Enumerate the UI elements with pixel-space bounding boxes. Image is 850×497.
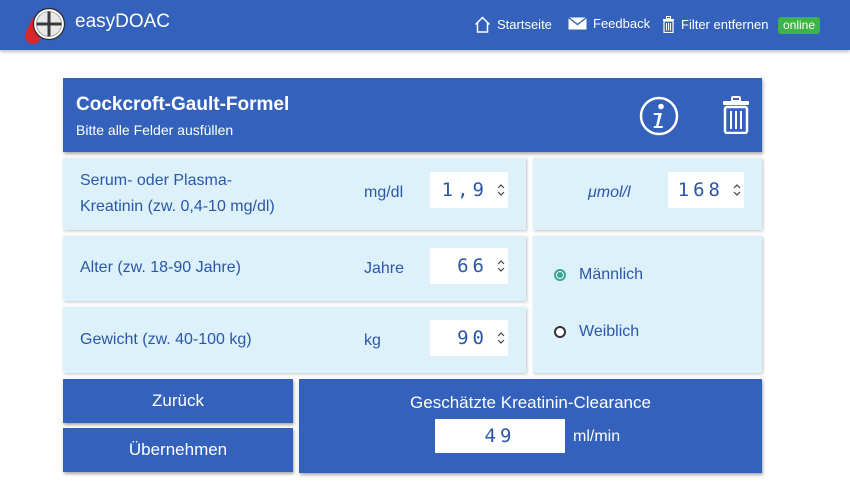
trash-icon[interactable] — [722, 96, 750, 134]
nav-feedback[interactable]: Feedback — [568, 16, 650, 31]
info-icon[interactable] — [639, 96, 679, 136]
nav-home[interactable]: Startseite — [474, 16, 552, 33]
creatinine-umol-input[interactable]: 168 — [668, 172, 744, 208]
radio-male-label: Männlich — [579, 266, 644, 283]
result-panel: Geschätzte Kreatinin-Clearance 49 ml/min — [299, 379, 762, 473]
radio-female-label: Weiblich — [579, 323, 640, 340]
result-unit: ml/min — [573, 428, 621, 445]
page-subtitle: Bitte alle Felder ausfüllen — [76, 122, 234, 138]
weight-input[interactable]: 90 — [430, 320, 508, 356]
age-input[interactable]: 66 — [430, 248, 508, 284]
age-label: Alter (zw. 18-90 Jahre) — [80, 259, 241, 276]
stepper-icon[interactable] — [497, 331, 505, 345]
age-unit: Jahre — [364, 260, 405, 277]
result-title: Geschätzte Kreatinin-Clearance — [410, 393, 651, 412]
age-value: 66 — [457, 255, 488, 277]
weight-label: Gewicht (zw. 40-100 kg) — [80, 331, 252, 348]
nav-feedback-label: Feedback — [593, 16, 651, 31]
age-panel: Alter (zw. 18-90 Jahre) Jahre 66 — [63, 236, 526, 301]
home-icon — [474, 16, 491, 33]
page-title: Cockcroft-Gault-Formel — [76, 94, 290, 115]
app-logo-icon — [25, 7, 66, 44]
radio-female[interactable]: Weiblich — [554, 323, 639, 341]
radio-male-indicator[interactable] — [554, 269, 566, 281]
status-badge: online — [778, 17, 821, 34]
top-bar: easyDOAC Startseite Feedback Filter entf… — [0, 0, 850, 50]
creatinine-umol-unit: μmol/l — [588, 184, 631, 201]
creatinine-label-line1: Serum- oder Plasma- — [80, 172, 233, 189]
trash-small-icon — [663, 16, 674, 33]
stepper-icon[interactable] — [497, 259, 505, 273]
creatinine-input[interactable]: 1,9 — [430, 172, 508, 208]
nav-home-label: Startseite — [497, 17, 552, 32]
sex-panel: Männlich Weiblich — [533, 236, 762, 373]
result-value: 49 — [435, 419, 565, 453]
envelope-icon — [568, 17, 587, 30]
stepper-icon[interactable] — [733, 183, 741, 197]
radio-female-indicator[interactable] — [554, 326, 566, 338]
calculator-header: Cockcroft-Gault-Formel Bitte alle Felder… — [63, 78, 762, 152]
app-title: easyDOAC — [75, 11, 171, 32]
creatinine-umol-value: 168 — [677, 179, 724, 201]
radio-male[interactable]: Männlich — [554, 266, 643, 284]
creatinine-value: 1,9 — [441, 179, 488, 201]
creatinine-label-line2: Kreatinin (zw. 0,4-10 mg/dl) — [80, 198, 275, 215]
back-button[interactable]: Zurück — [63, 379, 293, 423]
creatinine-unit: mg/dl — [364, 184, 404, 201]
creatinine-umol-panel: μmol/l 168 — [533, 158, 762, 230]
creatinine-panel: Serum- oder Plasma- Kreatinin (zw. 0,4-1… — [63, 158, 526, 230]
stepper-icon[interactable] — [497, 183, 505, 197]
weight-panel: Gewicht (zw. 40-100 kg) kg 90 — [63, 307, 526, 373]
apply-button[interactable]: Übernehmen — [63, 428, 293, 472]
nav-filter-remove[interactable]: Filter entfernen — [662, 16, 768, 33]
nav-filter-label: Filter entfernen — [681, 17, 769, 32]
weight-unit: kg — [364, 332, 381, 349]
weight-value: 90 — [457, 327, 488, 349]
